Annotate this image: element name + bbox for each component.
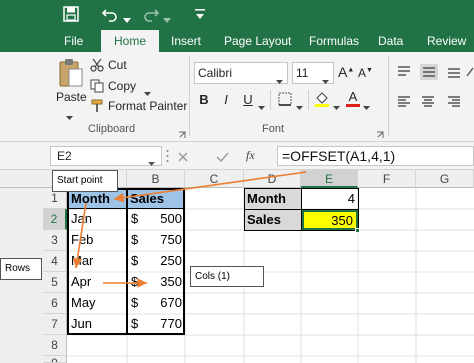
- formula-value: =OFFSET(A1,4,1): [282, 148, 396, 164]
- align-center-icon[interactable]: [420, 94, 436, 110]
- formula-arrow: [113, 171, 307, 203]
- paste-button[interactable]: Paste: [56, 90, 87, 104]
- format-divider: [270, 90, 271, 110]
- tab-formulas[interactable]: Formulas: [309, 34, 359, 48]
- more-options-icon[interactable]: [166, 149, 169, 163]
- chevron-down-icon[interactable]: [296, 98, 303, 110]
- align-middle-icon[interactable]: [420, 64, 438, 80]
- bold-button[interactable]: B: [196, 92, 212, 107]
- cancel-icon[interactable]: [177, 150, 189, 162]
- font-size-dropdown[interactable]: 11: [292, 62, 334, 84]
- chevron-down-icon[interactable]: [66, 108, 73, 120]
- font-group-label: Font: [262, 123, 285, 135]
- copy-icon: [90, 79, 104, 93]
- insert-function-button[interactable]: fx: [246, 148, 255, 163]
- scissors-icon: [90, 58, 104, 72]
- font-color-letter: A: [348, 89, 358, 104]
- dialog-launcher-icon[interactable]: [376, 126, 384, 138]
- formula-bar: E2 fx =OFFSET(A1,4,1): [0, 142, 474, 170]
- font-color-button[interactable]: A: [346, 88, 360, 108]
- cut-button[interactable]: Cut: [108, 58, 127, 72]
- title-bar: [0, 0, 474, 30]
- dialog-launcher-icon[interactable]: [178, 126, 186, 138]
- tab-data[interactable]: Data: [378, 34, 403, 48]
- customize-toolbar-icon[interactable]: [195, 8, 205, 20]
- shrink-font-letter: A: [358, 66, 367, 80]
- format-divider: [308, 90, 309, 110]
- clipboard-group-label: Clipboard: [88, 123, 136, 135]
- formula-input[interactable]: =OFFSET(A1,4,1): [277, 146, 474, 166]
- font-size-value: 11: [296, 66, 309, 80]
- border-icon[interactable]: [278, 92, 292, 106]
- enter-check-icon[interactable]: [216, 150, 229, 163]
- name-box[interactable]: E2: [50, 146, 162, 166]
- annotation-arrows: [72, 171, 307, 288]
- align-bottom-icon[interactable]: [446, 64, 462, 80]
- chevron-down-icon[interactable]: [123, 11, 131, 23]
- font-name-dropdown[interactable]: Calibri: [194, 62, 288, 84]
- name-box-value: E2: [57, 149, 72, 163]
- group-divider: [189, 56, 190, 136]
- tab-review[interactable]: Review: [427, 34, 466, 48]
- font-name-value: Calibri: [198, 66, 233, 80]
- shrink-font-button[interactable]: A▼: [358, 66, 373, 80]
- ribbon: Paste Cut Copy Format Painter Clipboard …: [0, 52, 474, 142]
- tab-page-layout[interactable]: Page Layout: [224, 34, 291, 48]
- underline-button[interactable]: U: [240, 92, 256, 107]
- chevron-down-icon: [276, 71, 283, 84]
- grow-font-button[interactable]: A▲: [338, 64, 354, 80]
- italic-button[interactable]: I: [218, 92, 234, 107]
- group-divider: [388, 56, 389, 136]
- wrap-text-icon[interactable]: [466, 64, 474, 80]
- grow-font-letter: A: [338, 64, 348, 80]
- align-left-icon[interactable]: [396, 94, 412, 110]
- fill-color-icon[interactable]: [314, 90, 330, 108]
- align-top-icon[interactable]: [396, 64, 412, 80]
- spreadsheet-grid: A B C D E F G 1 2 3 4 5 6 7 8 9 Month Sa…: [0, 170, 474, 363]
- chevron-down-icon: [322, 71, 329, 84]
- font-color-swatch: [346, 104, 360, 107]
- chevron-down-icon[interactable]: [163, 11, 171, 23]
- chevron-down-icon[interactable]: [333, 98, 340, 110]
- chevron-down-icon[interactable]: [363, 98, 370, 110]
- chevron-down-icon[interactable]: [258, 98, 265, 110]
- redo-icon[interactable]: [142, 5, 160, 23]
- menu-bar: File Home Insert Page Layout Formulas Da…: [0, 30, 474, 52]
- rows-arrow: [72, 202, 87, 269]
- chevron-down-icon[interactable]: [148, 154, 155, 166]
- save-icon[interactable]: [63, 6, 79, 22]
- align-right-icon[interactable]: [446, 94, 462, 110]
- format-painter-button[interactable]: Format Painter: [108, 99, 187, 113]
- tab-home[interactable]: Home: [101, 30, 160, 52]
- paintbrush-icon: [90, 99, 104, 113]
- tab-insert[interactable]: Insert: [171, 34, 201, 48]
- tab-file[interactable]: File: [64, 34, 83, 48]
- copy-button[interactable]: Copy: [108, 79, 136, 93]
- chevron-down-icon[interactable]: [144, 84, 151, 96]
- undo-icon[interactable]: [101, 5, 119, 23]
- clipboard-paste-icon[interactable]: [58, 58, 84, 88]
